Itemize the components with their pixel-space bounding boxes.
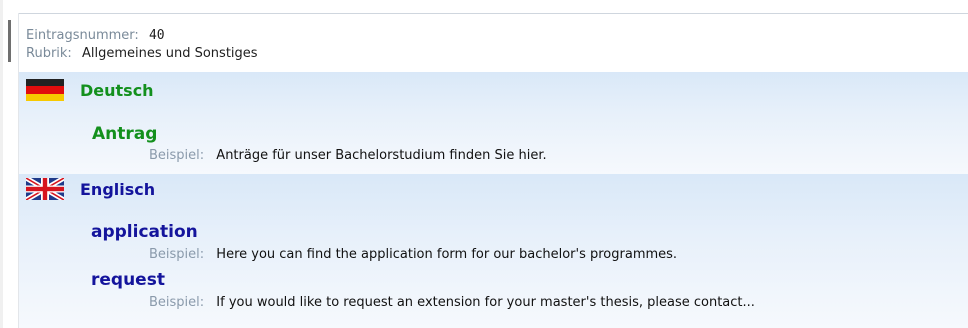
language-name-english: Englisch xyxy=(80,179,156,199)
example-text: Here you can find the application form f… xyxy=(216,247,678,262)
germany-flag-icon xyxy=(26,79,64,101)
language-header-german: Deutsch xyxy=(26,77,154,103)
category-value: Allgemeines und Sonstiges xyxy=(81,46,258,61)
entry-number-value: 40 xyxy=(148,28,165,43)
left-gutter xyxy=(0,0,3,328)
example-label: Beispiel: xyxy=(149,148,205,163)
category-line: Rubrik: Allgemeines und Sonstiges xyxy=(26,46,258,61)
term-application[interactable]: application xyxy=(91,222,198,242)
entry-number-line: Eintragsnummer: 40 xyxy=(26,28,165,43)
uk-flag-svg xyxy=(26,178,64,200)
example-text: Anträge für unser Bachelorstudium finden… xyxy=(216,148,547,163)
term-request[interactable]: request xyxy=(91,270,165,290)
uk-flag-icon xyxy=(26,178,64,200)
term-antrag[interactable]: Antrag xyxy=(92,124,157,144)
entry-number-label: Eintragsnummer: xyxy=(26,28,139,43)
example-label: Beispiel: xyxy=(149,247,205,262)
example-text: If you would like to request an extensio… xyxy=(216,295,755,310)
language-header-english: Englisch xyxy=(26,176,155,202)
example-application: Beispiel: Here you can find the applicat… xyxy=(149,247,677,262)
example-antrag: Beispiel: Anträge für unser Bachelorstud… xyxy=(149,148,547,163)
language-name-german: Deutsch xyxy=(80,80,154,100)
category-label: Rubrik: xyxy=(26,46,72,61)
example-request: Beispiel: If you would like to request a… xyxy=(149,295,755,310)
dictionary-entry-view: Eintragsnummer: 40 Rubrik: Allgemeines u… xyxy=(0,0,968,328)
entry-content: Eintragsnummer: 40 Rubrik: Allgemeines u… xyxy=(19,14,968,328)
splitter-handle[interactable] xyxy=(8,20,11,62)
example-label: Beispiel: xyxy=(149,295,205,310)
